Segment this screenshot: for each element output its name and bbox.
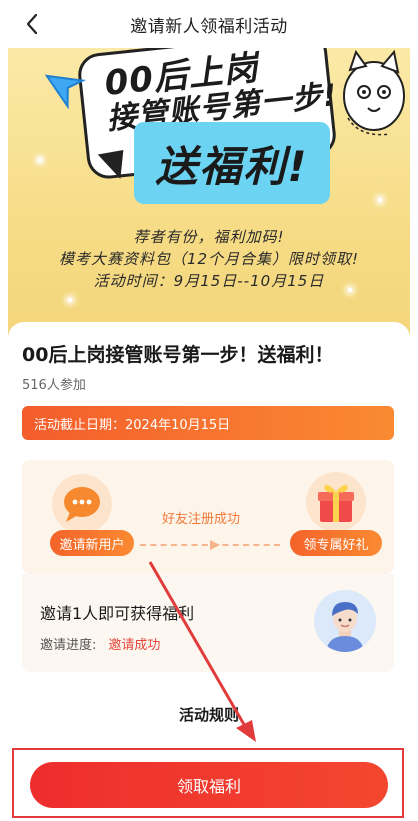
- user-avatar-icon: [314, 590, 376, 652]
- claim-gift-step-label: 领专属好礼: [303, 537, 369, 553]
- progress-label: 邀请进度:: [40, 638, 97, 653]
- invite-steps: 邀请新用户 好友注册成功 领专属好礼: [22, 460, 394, 574]
- top-bar: 邀请新人领福利活动: [0, 0, 418, 48]
- participants-count: 516人参加: [22, 378, 86, 393]
- speech-bubble-tail: [97, 149, 129, 183]
- activity-title: 00后上岗接管账号第一步！送福利！: [22, 344, 334, 366]
- activity-card: 00后上岗接管账号第一步！送福利！ 516人参加 活动截止日期：2024年10月…: [8, 322, 410, 742]
- claim-benefit-label: 领取福利: [176, 777, 241, 796]
- gift-title-box: 送福利!: [134, 122, 330, 204]
- invite-progress-box: 邀请1人即可获得福利 邀请进度: 邀请成功: [22, 574, 394, 672]
- cat-mascot-icon: [343, 49, 405, 136]
- friend-registered-text: 好友注册成功: [162, 512, 241, 527]
- promo-line-3: 活动时间：9月15日--10月15日: [93, 272, 325, 290]
- promo-line-1: 荐者有份，福利加码!: [133, 228, 285, 246]
- progress-title: 邀请1人即可获得福利: [40, 604, 195, 623]
- claim-gift-step-button[interactable]: 领专属好礼: [290, 530, 382, 556]
- invite-new-user-label: 邀请新用户: [59, 537, 125, 553]
- deadline-banner: 活动截止日期：2024年10月15日: [22, 406, 394, 440]
- sparkle-decoration: [38, 158, 42, 162]
- progress-status: 邀请成功: [108, 638, 161, 653]
- avatar: [314, 590, 376, 652]
- back-button[interactable]: [18, 10, 46, 38]
- promo-line-2: 模考大赛资料包（12个月合集）限时领取!: [58, 250, 360, 268]
- page-title: 邀请新人领福利活动: [130, 16, 288, 37]
- bottom-bar: 领取福利: [0, 742, 418, 821]
- chevron-left-icon: [26, 13, 38, 35]
- cursor-arrow-icon: [44, 74, 87, 110]
- progress-line: 邀请进度: 邀请成功: [40, 634, 160, 653]
- gift-box-icon: [306, 472, 366, 532]
- gift-title: 送福利!: [155, 141, 309, 191]
- sparkle-decoration: [68, 298, 72, 302]
- rules-title: 活动规则: [178, 706, 239, 724]
- promo-banner: 00后上岗 接管账号第一步! 送福利! 荐者有份，福利加码! 模考大赛资料包（1…: [8, 48, 410, 348]
- chat-bubble-icon: [52, 474, 112, 534]
- deadline-text: 活动截止日期：2024年10月15日: [34, 417, 231, 433]
- invite-new-user-button[interactable]: 邀请新用户: [50, 530, 134, 556]
- sparkle-decoration: [378, 198, 382, 202]
- arrow-right-icon: [210, 540, 220, 550]
- claim-benefit-button[interactable]: 领取福利: [30, 762, 388, 808]
